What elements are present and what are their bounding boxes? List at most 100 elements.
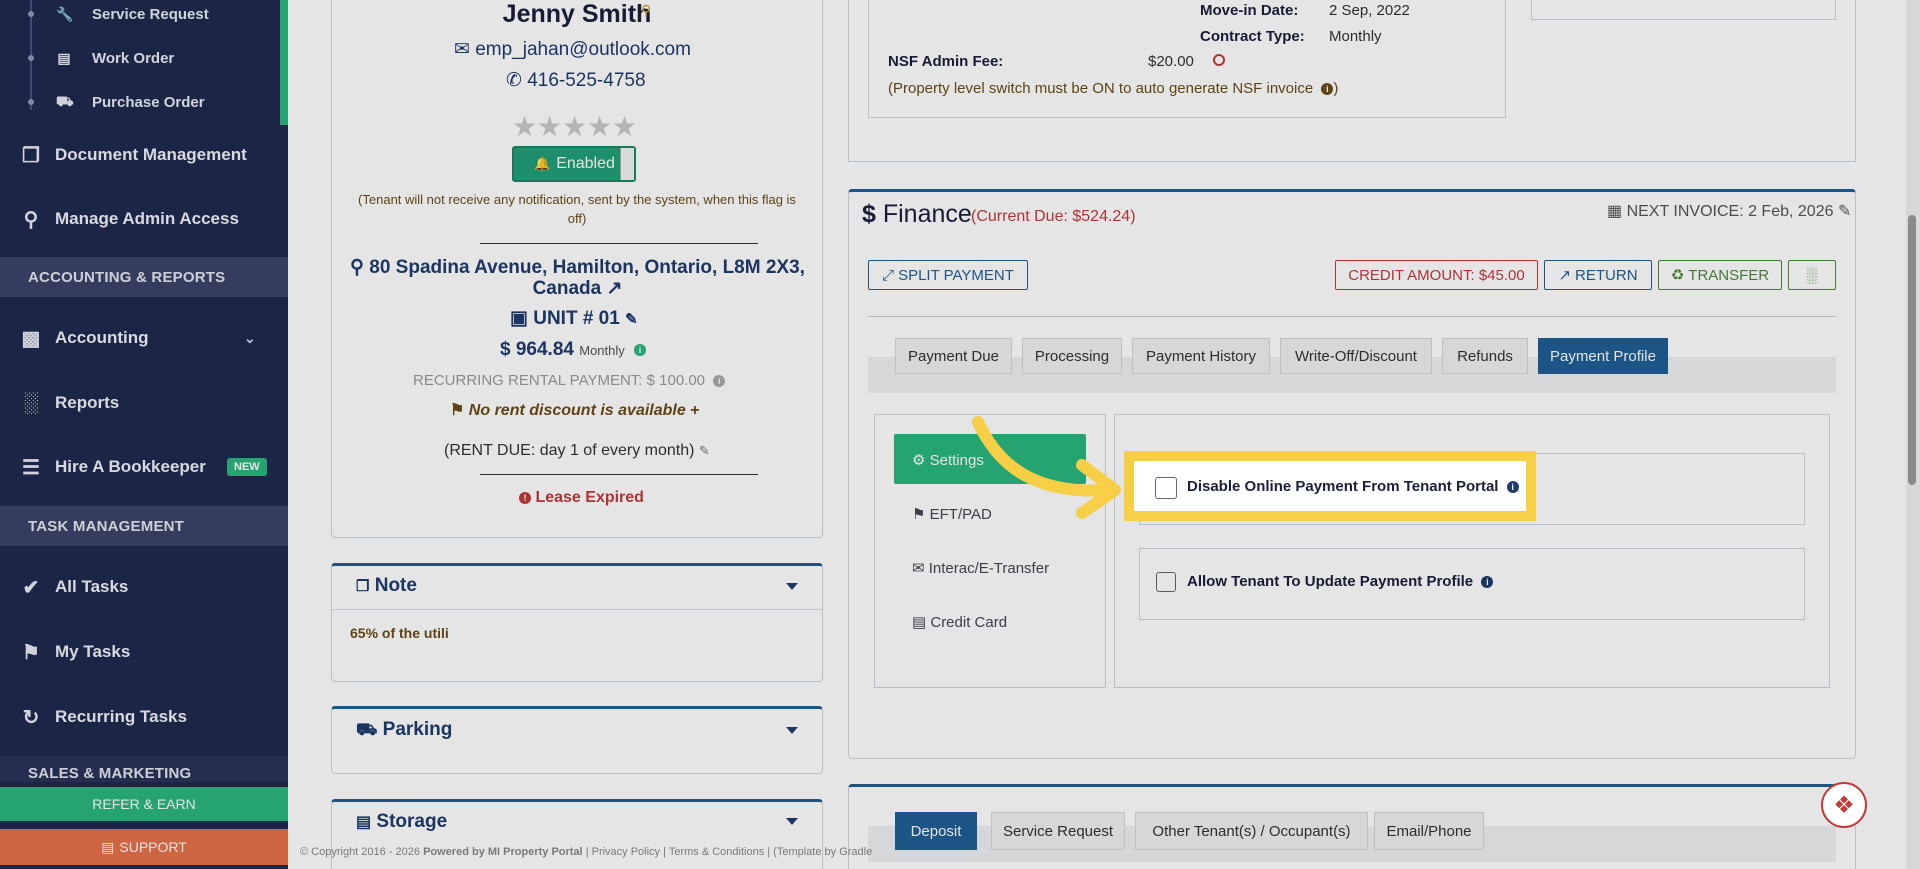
nsf-fee-value: $20.00 (1148, 53, 1194, 70)
sidebar-item-accounting[interactable]: ▩ Accounting ⌄ (0, 308, 288, 368)
tab-deposit[interactable]: Deposit (895, 812, 977, 850)
info-icon[interactable]: i (1506, 481, 1519, 494)
notification-toggle[interactable]: 🔔 Enabled (512, 146, 636, 182)
split-payment-label: SPLIT PAYMENT (898, 266, 1014, 284)
storage-card-title[interactable]: ▤ Storage (356, 811, 447, 833)
chevron-down-icon: ⌄ (244, 329, 256, 346)
contract-type-label: Contract Type: (1200, 28, 1305, 45)
tag-icon: ⚑ (450, 402, 465, 419)
bar-chart-icon: ░ (1806, 266, 1818, 284)
chart-button[interactable]: ░ (1788, 260, 1836, 290)
disable-online-payment-text: Disable Online Payment From Tenant Porta… (1187, 478, 1499, 495)
powered-by-link[interactable]: Powered by MI Property Portal (423, 846, 583, 858)
caret-down-icon[interactable] (786, 727, 798, 734)
edit-icon[interactable]: ✎ (699, 443, 710, 458)
unit-number[interactable]: ▣ UNIT # 01 ✎ (510, 307, 638, 330)
note-body: 65% of the utili (350, 625, 449, 641)
tenant-phone[interactable]: ✆ 416-525-4758 (506, 69, 646, 92)
info-icon[interactable]: i (1321, 83, 1334, 96)
nsf-toggle-icon[interactable] (1213, 54, 1225, 66)
toggle-knob (620, 148, 634, 180)
sidebar-item-manage-admin-access[interactable]: ⚲ Manage Admin Access (0, 189, 288, 249)
sidebar-item-all-tasks[interactable]: ✔ All Tasks (0, 557, 288, 617)
discount-text: No rent discount is available (468, 402, 686, 419)
split-payment-button[interactable]: ⤢ SPLIT PAYMENT (868, 260, 1028, 290)
recycle-icon: ♻ (1670, 267, 1685, 284)
info-icon[interactable]: i (1481, 576, 1494, 589)
parking-card-title[interactable]: ⛟ Parking (356, 719, 452, 742)
rent-due-text: (RENT DUE: day 1 of every month) (444, 442, 695, 459)
next-invoice: ▦ NEXT INVOICE: 2 Feb, 2026 ✎ (1607, 201, 1851, 221)
sidebar-item-document-management[interactable]: ❐ Document Management (0, 125, 288, 185)
footer: © Copyright 2016 - 2026 Powered by MI Pr… (300, 846, 872, 858)
return-button[interactable]: ↗ RETURN (1544, 260, 1652, 290)
tab-service-request[interactable]: Service Request (991, 812, 1125, 850)
nav-credit-card[interactable]: ▤ Credit Card (912, 613, 1007, 631)
bar-chart-icon: ░ (23, 391, 39, 414)
map-pin-icon: ⚲ (350, 257, 364, 278)
footer-links[interactable]: | Privacy Policy | Terms & Conditions | … (586, 846, 873, 858)
sidebar-item-reports[interactable]: ░ Reports (0, 373, 288, 433)
nav-interac[interactable]: ✉ Interac/E-Transfer (912, 559, 1049, 577)
transfer-label: TRANSFER (1688, 266, 1770, 284)
info-icon[interactable]: i (634, 343, 647, 356)
refresh-icon: ↻ (22, 706, 40, 729)
edit-icon[interactable]: ✎ (1838, 203, 1851, 220)
property-address[interactable]: ⚲ 80 Spadina Avenue, Hamilton, Ontario, … (340, 257, 815, 299)
new-badge: NEW (227, 458, 267, 476)
rating-star-3[interactable]: ★ (562, 110, 587, 143)
check-icon: ✔ (22, 576, 40, 599)
sidebar-item-service-request[interactable]: 🔧 Service Request (0, 0, 280, 36)
tab-payment-history[interactable]: Payment History (1132, 338, 1270, 374)
sidebar-scroll-indicator[interactable] (280, 0, 288, 125)
transfer-button[interactable]: ♻ TRANSFER (1658, 260, 1782, 290)
lease-status-text: Lease Expired (535, 489, 644, 506)
credit-card-icon: ▤ (912, 614, 927, 631)
next-invoice-text: NEXT INVOICE: 2 Feb, 2026 (1626, 203, 1834, 220)
caret-down-icon[interactable] (786, 818, 798, 825)
tenant-email[interactable]: ✉ emp_jahan@outlook.com (454, 38, 691, 61)
tab-email-phone[interactable]: Email/Phone (1374, 812, 1484, 850)
key-icon: ⚲ (23, 208, 39, 231)
key-icon[interactable]: ⚲ (641, 2, 651, 19)
edit-icon: ✎ (625, 311, 638, 328)
external-link-icon: ↗ (606, 278, 623, 299)
note-card-title[interactable]: ❐ Note (356, 575, 417, 597)
credit-amount-button[interactable]: CREDIT AMOUNT: $45.00 (1335, 260, 1538, 290)
rating-star-5[interactable]: ★ (612, 110, 637, 143)
support-button[interactable]: ▤ SUPPORT (0, 829, 288, 865)
caret-down-icon[interactable] (786, 583, 798, 590)
parking-title-text: Parking (382, 719, 453, 740)
nsf-fee-label: NSF Admin Fee: (888, 53, 1004, 70)
rating-star-1[interactable]: ★ (512, 110, 537, 143)
sidebar-item-my-tasks[interactable]: ⚑ My Tasks (0, 622, 288, 682)
pdf-icon[interactable]: ❖ (1821, 782, 1867, 828)
email-text: emp_jahan@outlook.com (475, 39, 691, 60)
unit-text: UNIT # 01 (533, 308, 620, 329)
move-in-label: Move-in Date: (1200, 2, 1299, 19)
tab-payment-profile[interactable]: Payment Profile (1538, 338, 1668, 374)
sidebar-item-recurring-tasks[interactable]: ↻ Recurring Tasks (0, 687, 288, 747)
tab-payment-due[interactable]: Payment Due (895, 338, 1012, 374)
tab-other-tenants[interactable]: Other Tenant(s) / Occupant(s) (1135, 812, 1368, 850)
rating-star-4[interactable]: ★ (587, 110, 612, 143)
gear-icon: ⚙ (912, 452, 926, 469)
sidebar-item-hire-bookkeeper[interactable]: ☰ Hire A Bookkeeper NEW (0, 437, 288, 497)
tab-write-off-discount[interactable]: Write-Off/Discount (1280, 338, 1432, 374)
rating-star-2[interactable]: ★ (537, 110, 562, 143)
tree-dot (28, 11, 34, 17)
book-icon: ▤ (101, 838, 115, 855)
sidebar-item-work-order[interactable]: ▤ Work Order (0, 36, 280, 80)
sidebar-item-purchase-order[interactable]: ⛟ Purchase Order (0, 80, 280, 124)
allow-update-checkbox[interactable] (1156, 572, 1176, 592)
finance-title: $ Finance (862, 200, 972, 229)
tab-refunds[interactable]: Refunds (1442, 338, 1528, 374)
disable-online-payment-checkbox[interactable] (1155, 477, 1177, 499)
nav-credit-card-label: Credit Card (930, 614, 1008, 631)
page-scrollbar-thumb[interactable] (1908, 215, 1916, 485)
tab-processing[interactable]: Processing (1022, 338, 1122, 374)
refer-earn-button[interactable]: REFER & EARN (0, 787, 288, 821)
plus-icon[interactable]: + (690, 402, 699, 419)
info-icon[interactable]: i (713, 375, 726, 388)
rent-discount: ⚑ No rent discount is available + (450, 400, 700, 420)
